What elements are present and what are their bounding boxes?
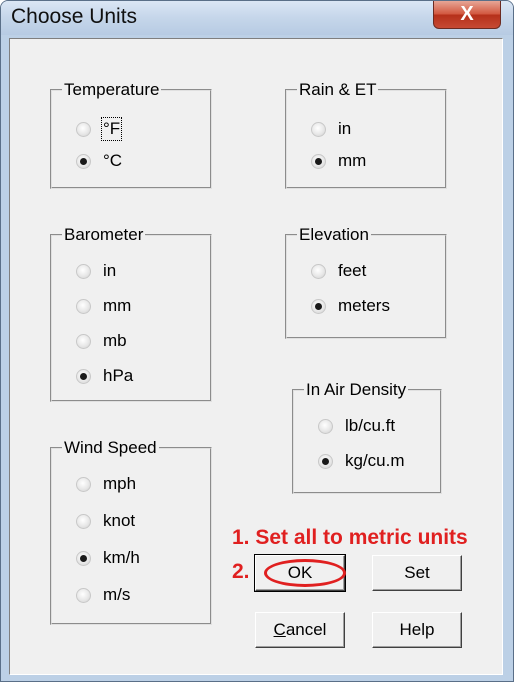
barometer-label: Barometer	[62, 225, 146, 245]
radio-icon	[76, 513, 91, 529]
radio-selected-icon	[311, 153, 326, 169]
barometer-option-mb[interactable]: mb	[76, 331, 127, 351]
option-label: in	[338, 119, 352, 138]
wind-speed-label: Wind Speed	[62, 438, 159, 458]
radio-icon	[76, 587, 91, 603]
annotation-step-2: 2.	[232, 560, 250, 583]
ok-label: OK	[287, 563, 313, 582]
option-label: mm	[103, 296, 132, 315]
barometer-group: Barometer in mm mb hPa	[50, 225, 212, 402]
radio-icon	[76, 121, 91, 137]
option-label: feet	[338, 261, 367, 280]
wind-option-kmh[interactable]: km/h	[76, 548, 140, 568]
help-button[interactable]: Help	[372, 612, 462, 648]
temperature-option-f[interactable]: °F	[76, 117, 123, 141]
temperature-group: Temperature °F °C	[50, 80, 212, 189]
option-label: in	[103, 261, 117, 280]
radio-icon	[76, 298, 91, 314]
wind-option-knot[interactable]: knot	[76, 511, 135, 531]
air-density-group: In Air Density lb/cu.ft kg/cu.m	[292, 380, 442, 494]
dialog-body: Temperature °F °C Rain & ET in mm Barome…	[9, 38, 503, 675]
option-label: mm	[338, 151, 367, 170]
close-button[interactable]: X	[433, 1, 501, 29]
temperature-label: Temperature	[62, 80, 162, 100]
radio-icon	[311, 121, 326, 137]
radio-icon	[318, 418, 333, 434]
wind-option-ms[interactable]: m/s	[76, 585, 130, 605]
window-title: Choose Units	[11, 5, 138, 28]
radio-selected-icon	[76, 368, 91, 384]
radio-selected-icon	[76, 153, 91, 169]
set-button[interactable]: Set	[372, 555, 462, 591]
radio-icon	[311, 263, 326, 279]
option-label: kg/cu.m	[345, 451, 405, 470]
option-label: lb/cu.ft	[345, 416, 396, 435]
temperature-option-c[interactable]: °C	[76, 151, 122, 171]
elevation-option-feet[interactable]: feet	[311, 261, 366, 281]
option-label: mph	[103, 474, 137, 493]
option-label: km/h	[103, 548, 140, 567]
elevation-label: Elevation	[297, 225, 371, 245]
elevation-group: Elevation feet meters	[285, 225, 447, 339]
annotation-step-1: 1. Set all to metric units	[232, 526, 468, 549]
title-bar[interactable]: Choose Units X	[1, 1, 513, 35]
rain-option-mm[interactable]: mm	[311, 151, 366, 171]
ok-button[interactable]: OK	[254, 554, 346, 592]
option-label: °C	[103, 151, 123, 170]
option-label: mb	[103, 331, 127, 350]
option-label: m/s	[103, 585, 131, 604]
choose-units-window: Choose Units X Temperature °F °C Rain & …	[0, 0, 514, 682]
wind-option-mph[interactable]: mph	[76, 474, 136, 494]
radio-selected-icon	[311, 298, 326, 314]
rain-group: Rain & ET in mm	[285, 80, 447, 189]
cancel-button[interactable]: Cancel	[255, 612, 345, 648]
option-label: meters	[338, 296, 390, 315]
radio-icon	[76, 333, 91, 349]
wind-speed-group: Wind Speed mph knot km/h m/s	[50, 438, 212, 625]
air-density-option-kg[interactable]: kg/cu.m	[318, 451, 405, 471]
air-density-label: In Air Density	[304, 380, 409, 400]
option-label: knot	[103, 511, 136, 530]
barometer-option-hpa[interactable]: hPa	[76, 366, 133, 386]
option-label: hPa	[103, 366, 134, 385]
radio-selected-icon	[76, 550, 91, 566]
rain-option-in[interactable]: in	[311, 119, 351, 139]
rain-label: Rain & ET	[297, 80, 379, 100]
radio-icon	[76, 476, 91, 492]
air-density-option-lb[interactable]: lb/cu.ft	[318, 416, 395, 436]
barometer-option-mm[interactable]: mm	[76, 296, 131, 316]
option-label: °F	[100, 117, 123, 141]
barometer-option-in[interactable]: in	[76, 261, 116, 281]
radio-selected-icon	[318, 453, 333, 469]
elevation-option-meters[interactable]: meters	[311, 296, 390, 316]
radio-icon	[76, 263, 91, 279]
